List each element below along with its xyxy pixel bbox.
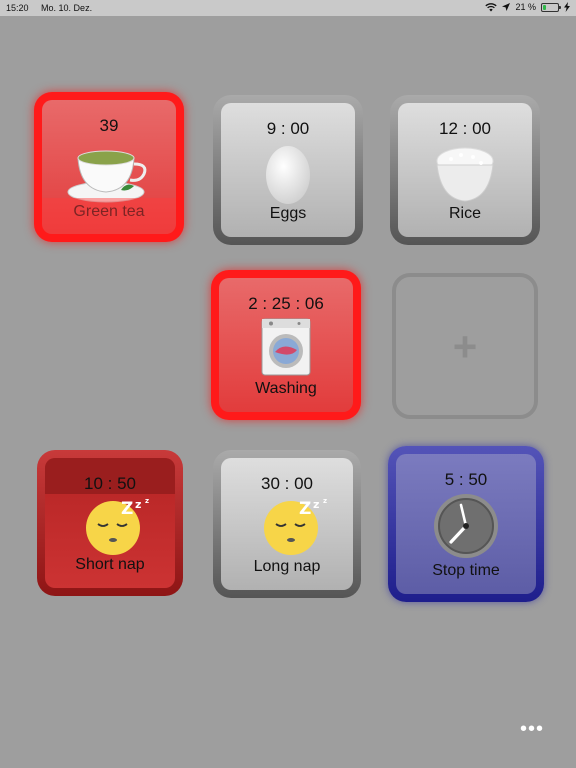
clock-icon bbox=[434, 494, 498, 558]
timer-value: 2 : 25 : 06 bbox=[248, 294, 324, 313]
location-arrow-icon bbox=[502, 3, 511, 11]
washing-machine-icon bbox=[261, 318, 311, 376]
svg-text:z: z bbox=[145, 497, 149, 505]
sleeping-face-icon: Z z z bbox=[86, 497, 149, 555]
timer-tile-long-nap[interactable]: 30 : 00 Z z z Long nap bbox=[213, 450, 361, 598]
svg-text:z: z bbox=[135, 498, 141, 511]
status-date: Mo. 10. Dez. bbox=[41, 3, 93, 13]
rice-bowl-icon bbox=[436, 147, 494, 202]
status-time: 15:20 bbox=[6, 3, 29, 13]
wifi-icon bbox=[485, 2, 498, 11]
timer-value: 39 bbox=[99, 116, 119, 135]
more-options-button[interactable]: ••• bbox=[520, 719, 544, 739]
charging-bolt-icon bbox=[564, 2, 570, 12]
egg-icon bbox=[266, 146, 310, 204]
timer-tile-short-nap[interactable]: 10 : 50 Z z z Short nap bbox=[37, 450, 183, 596]
tea-cup-icon bbox=[67, 150, 147, 203]
svg-text:z: z bbox=[323, 497, 327, 505]
timer-tile-washing[interactable]: 2 : 25 : 06 Washing bbox=[211, 270, 361, 420]
timer-value: 12 : 00 bbox=[439, 119, 491, 138]
timer-value: 9 : 00 bbox=[266, 119, 310, 138]
add-timer-tile[interactable]: + bbox=[392, 273, 538, 419]
timer-label: Long nap bbox=[253, 558, 321, 575]
battery-percent: 21 % bbox=[515, 2, 536, 12]
add-icon: + bbox=[452, 323, 478, 370]
timer-tile-stop-time[interactable]: 5 : 50 Stop time bbox=[388, 446, 544, 602]
timer-value: 5 : 50 bbox=[444, 470, 488, 489]
timer-tile-green-tea[interactable]: 39 Green tea bbox=[34, 92, 184, 242]
timer-label: Green tea bbox=[73, 203, 145, 220]
battery-icon bbox=[541, 2, 561, 12]
timer-value: 10 : 50 bbox=[84, 474, 136, 493]
timer-label: Rice bbox=[448, 205, 481, 222]
timer-label: Short nap bbox=[75, 556, 145, 573]
status-bar: 15:20 Mo. 10. Dez. 21 % bbox=[0, 0, 576, 16]
timer-label: Eggs bbox=[269, 205, 307, 222]
timer-tile-rice[interactable]: 12 : 00 Rice bbox=[390, 95, 540, 245]
timer-label: Stop time bbox=[432, 562, 500, 579]
timer-tile-eggs[interactable]: 9 : 00 Eggs bbox=[213, 95, 363, 245]
svg-text:Z: Z bbox=[121, 499, 133, 519]
sleeping-face-icon: Z z z bbox=[263, 497, 327, 555]
timer-label: Washing bbox=[255, 380, 317, 397]
svg-text:Z: Z bbox=[299, 499, 311, 519]
svg-text:z: z bbox=[313, 498, 319, 511]
timer-value: 30 : 00 bbox=[261, 474, 313, 493]
